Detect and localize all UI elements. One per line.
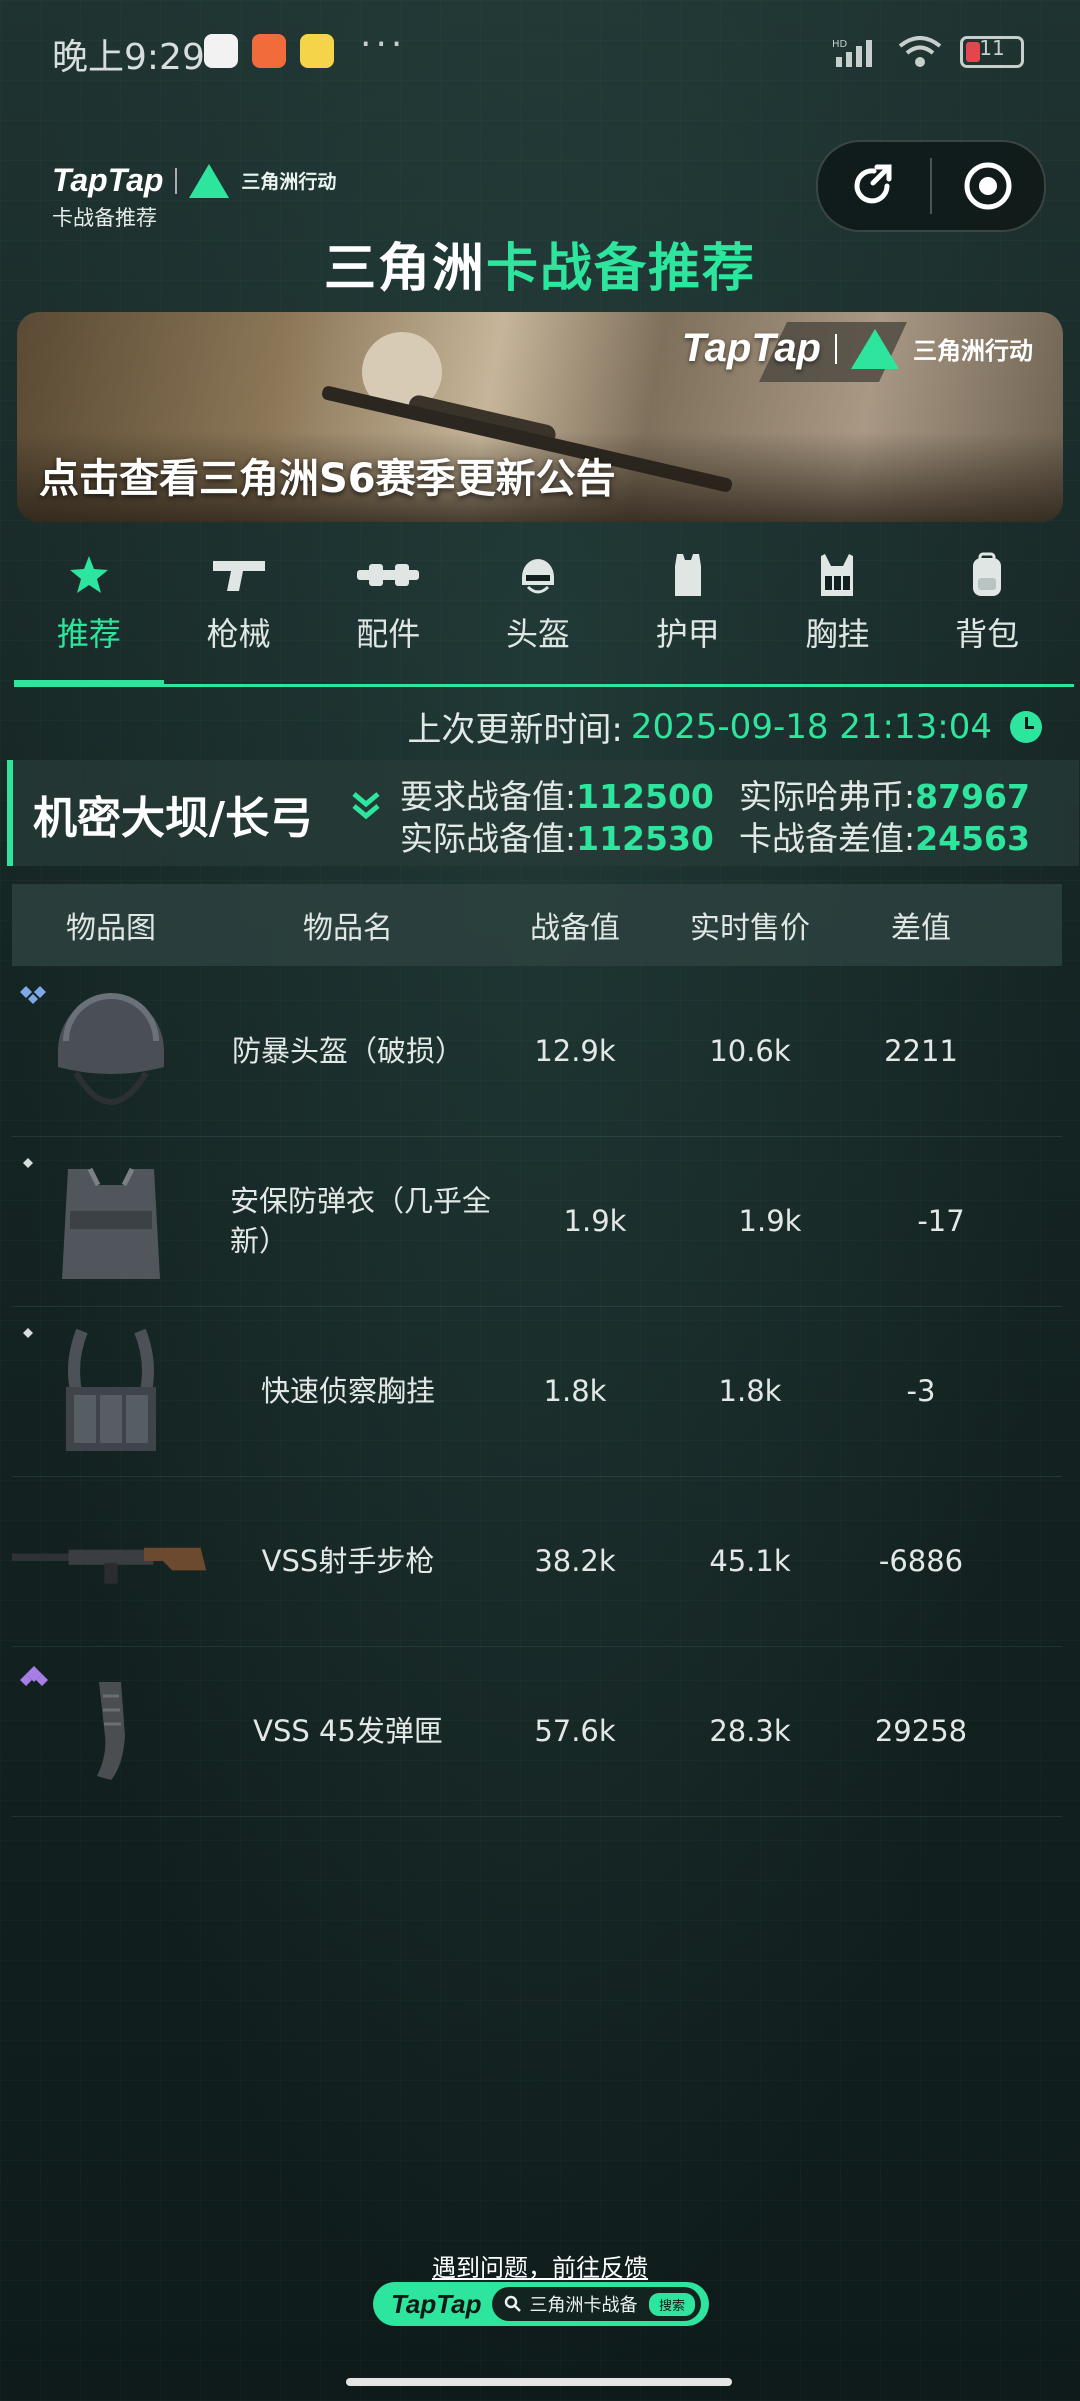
rarity-icon [20,986,46,1004]
item-diff: -6886 [878,1544,964,1578]
star-icon [69,556,108,593]
last-update: 上次更新时间: 2025-09-18 21:13:04 [407,702,1042,751]
status-time: 晚上9:29 [52,37,205,78]
item-image [12,1656,210,1806]
pistol-icon [212,561,265,591]
item-price: 1.9k [738,1204,802,1238]
item-value: 12.9k [534,1034,616,1068]
item-name: 安保防弹衣（几乎全新） [230,1184,492,1258]
item-name: VSS射手步枪 [261,1544,435,1578]
rarity-icon [23,1158,33,1168]
page-title: 三角洲卡战备推荐 [323,239,757,299]
chest-rig-item-icon [66,1328,156,1451]
item-diff: -17 [917,1204,965,1238]
item-price: 1.8k [718,1374,782,1408]
miniprogram-capsule [816,140,1046,232]
share-button[interactable] [818,142,930,230]
feedback-link[interactable]: 遇到问题，前往反馈 [0,2248,1080,2283]
table-row[interactable]: 防暴头盔（破损） 12.9k 10.6k 2211 [12,966,1062,1137]
table-header: 物品图 物品名 战备值 实时售价 差值 [12,884,1062,966]
status-bar: 晚上9:29 ··· HD 11 [0,0,1080,100]
notification-app-icon [252,34,286,68]
rarity-icon [20,1666,48,1686]
chevron-down-icon[interactable] [349,790,383,826]
announcement-banner[interactable]: TapTap 三角洲行动 点击查看三角洲S6赛季更新公告 [17,312,1063,522]
tab-helmets[interactable]: 头盔 [463,535,613,685]
rifle-item-icon [12,1547,207,1584]
item-price: 45.1k [709,1544,791,1578]
vest-item-icon [62,1167,160,1279]
banner-logo: TapTap 三角洲行动 [681,326,1033,370]
delta-logo-icon [851,328,899,369]
item-value: 1.9k [563,1204,627,1238]
share-icon [854,164,892,204]
header-brand-logo: TapTap 三角洲行动 [52,162,336,199]
value-diff-stat: 卡战备差值:24563 [739,819,1030,858]
search-text: 三角洲卡战备 [529,2295,638,2316]
helmet-icon [522,559,555,594]
item-value: 1.8k [543,1374,607,1408]
battery-icon: 11 [960,36,1024,68]
status-icons: HD 11 [832,36,1024,68]
target-icon [964,162,1012,210]
item-diff: 29258 [874,1714,968,1748]
table-row[interactable]: VSS 45发弹匣 57.6k 28.3k 29258 [12,1646,1062,1817]
item-value: 38.2k [534,1544,616,1578]
banner-caption: 点击查看三角洲S6赛季更新公告 [39,456,616,502]
game-name: 三角洲行动 [241,171,337,193]
wifi-icon [898,36,942,67]
item-diff: -3 [906,1374,936,1408]
item-price: 10.6k [709,1034,791,1068]
chest-rig-icon [821,554,854,596]
signal-icon: HD [832,39,872,67]
notification-app-icon [204,34,238,68]
table-row[interactable]: VSS射手步枪 38.2k 45.1k -6886 [12,1476,1062,1647]
item-value: 57.6k [534,1714,616,1748]
search-button[interactable]: 搜索 [648,2292,695,2316]
table-row[interactable]: 安保防弹衣（几乎全新） 1.9k 1.9k -17 [12,1136,1062,1307]
item-image [12,976,210,1126]
required-value-stat: 要求战备值:112500 [400,777,714,816]
item-name: 快速侦察胸挂 [260,1374,435,1408]
close-miniprogram-button[interactable] [932,142,1044,230]
clock-icon [1010,710,1042,743]
tab-armor[interactable]: 护甲 [613,535,763,685]
notification-app-icon [300,34,334,68]
backpack-icon [973,552,1002,596]
svg-text:HD: HD [832,39,848,50]
taptap-search-bar[interactable]: TapTap 三角洲卡战备 搜索 [373,2282,709,2326]
item-name: 防暴头盔（破损） [231,1034,464,1068]
more-notifications-icon: ··· [360,24,407,65]
map-selector-label[interactable]: 机密大坝/长弓 [33,782,313,846]
category-tabs: 推荐 枪械 配件 头盔 护甲 胸挂 背包 [14,535,1062,685]
delta-logo-icon [189,163,230,198]
actual-coin-stat: 实际哈弗币:87967 [739,777,1030,816]
tab-chest-rigs[interactable]: 胸挂 [763,535,913,685]
search-box[interactable]: 三角洲卡战备 搜索 [491,2287,701,2321]
armor-icon [674,554,701,596]
tab-backpacks[interactable]: 背包 [912,535,1062,685]
last-update-value: 2025-09-18 21:13:04 [630,706,992,747]
magazine-item-icon [97,1682,125,1780]
item-price: 28.3k [709,1714,791,1748]
map-summary: 机密大坝/长弓 要求战备值:112500 实际战备值:112530 实际哈弗币:… [7,760,1079,866]
tab-attachments[interactable]: 配件 [313,535,463,685]
tab-firearms[interactable]: 枪械 [164,535,314,685]
actual-value-stat: 实际战备值:112530 [400,819,714,858]
taptap-logo: TapTap [391,2288,482,2319]
item-image [12,1316,210,1466]
search-icon [504,2295,521,2312]
tab-recommend[interactable]: 推荐 [14,535,164,685]
scope-icon [357,564,420,586]
helmet-item-icon [58,993,164,1105]
tab-divider [14,684,1074,687]
taptap-logo: TapTap [52,162,164,198]
item-image [12,1146,210,1296]
home-indicator[interactable] [346,2378,732,2386]
item-image [12,1486,210,1636]
item-name: VSS 45发弹匣 [253,1714,443,1748]
item-diff: 2211 [884,1034,958,1068]
table-row[interactable]: 快速侦察胸挂 1.8k 1.8k -3 [12,1306,1062,1477]
rarity-icon [23,1328,33,1338]
